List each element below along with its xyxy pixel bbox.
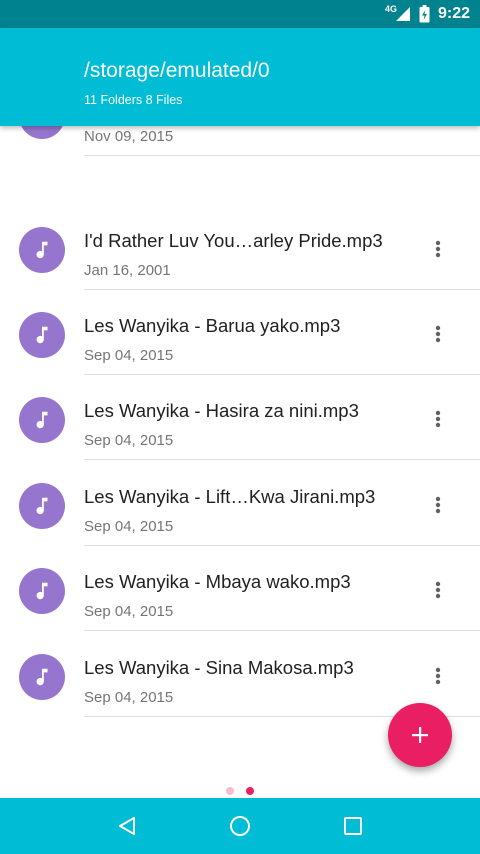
- recents-icon: [344, 817, 363, 835]
- more-vert-icon[interactable]: [426, 126, 450, 131]
- more-vert-icon[interactable]: [426, 318, 450, 350]
- file-date: Sep 04, 2015: [84, 518, 174, 535]
- plus-icon: [412, 727, 428, 743]
- music-note-icon: [19, 126, 65, 139]
- more-vert-icon[interactable]: [426, 489, 450, 521]
- list-item[interactable]: Les Wanyika - Barua yako.mp3 Sep 04, 201…: [0, 290, 480, 375]
- file-date: Sep 04, 2015: [84, 689, 174, 706]
- file-list[interactable]: Nov 09, 2015 I'd Rather Luv You…arley Pr…: [0, 126, 480, 798]
- current-path: /storage/emulated/0: [84, 59, 270, 82]
- folder-file-count: 11 Folders 8 Files: [84, 93, 183, 107]
- list-item[interactable]: Les Wanyika - Lift…Kwa Jirani.mp3 Sep 04…: [0, 461, 480, 546]
- more-vert-icon[interactable]: [426, 403, 450, 435]
- page-dot-active[interactable]: [246, 787, 254, 795]
- more-vert-icon[interactable]: [426, 574, 450, 606]
- file-name: Les Wanyika - Hasira za nini.mp3: [84, 400, 359, 421]
- add-button[interactable]: [388, 703, 452, 767]
- home-icon: [229, 816, 250, 836]
- music-note-icon: [19, 483, 65, 529]
- back-icon: [118, 817, 135, 835]
- file-date: Sep 04, 2015: [84, 603, 174, 620]
- file-name: Les Wanyika - Mbaya wako.mp3: [84, 571, 351, 592]
- more-vert-icon[interactable]: [426, 660, 450, 692]
- list-item[interactable]: Nov 09, 2015: [0, 126, 480, 156]
- music-note-icon: [19, 654, 65, 700]
- navigation-bar: [0, 798, 480, 854]
- network-type: 4G: [384, 4, 411, 22]
- list-item[interactable]: I'd Rather Luv You…arley Pride.mp3 Jan 1…: [0, 205, 480, 290]
- file-date: Sep 04, 2015: [84, 432, 174, 449]
- music-note-icon: [19, 227, 65, 273]
- divider: [84, 155, 480, 156]
- music-note-icon: [19, 397, 65, 443]
- file-date: Sep 04, 2015: [84, 347, 174, 364]
- home-button[interactable]: [220, 806, 260, 846]
- music-note-icon: [19, 312, 65, 358]
- status-bar: 4G 9:22: [0, 0, 480, 28]
- list-item[interactable]: Les Wanyika - Hasira za nini.mp3 Sep 04,…: [0, 375, 480, 460]
- file-name: Les Wanyika - Lift…Kwa Jirani.mp3: [84, 486, 376, 507]
- divider: [84, 459, 480, 460]
- toolbar: /storage/emulated/0 11 Folders 8 Files: [0, 28, 480, 126]
- file-name: Les Wanyika - Sina Makosa.mp3: [84, 657, 354, 678]
- back-button[interactable]: [107, 806, 147, 846]
- page-indicator: [0, 787, 480, 797]
- file-name: Les Wanyika - Barua yako.mp3: [84, 315, 341, 336]
- more-vert-icon[interactable]: [426, 233, 450, 265]
- recents-button[interactable]: [333, 806, 373, 846]
- music-note-icon: [19, 568, 65, 614]
- divider: [84, 630, 480, 631]
- list-item[interactable]: Les Wanyika - Mbaya wako.mp3 Sep 04, 201…: [0, 546, 480, 631]
- clock: 9:22: [437, 5, 470, 22]
- file-name: I'd Rather Luv You…arley Pride.mp3: [84, 230, 383, 251]
- battery-icon: [419, 5, 430, 23]
- page-dot[interactable]: [226, 787, 234, 795]
- signal-icon: [395, 7, 410, 21]
- file-date: Nov 09, 2015: [84, 128, 174, 145]
- network-type-label: 4G: [384, 4, 397, 14]
- file-date: Jan 16, 2001: [84, 262, 171, 279]
